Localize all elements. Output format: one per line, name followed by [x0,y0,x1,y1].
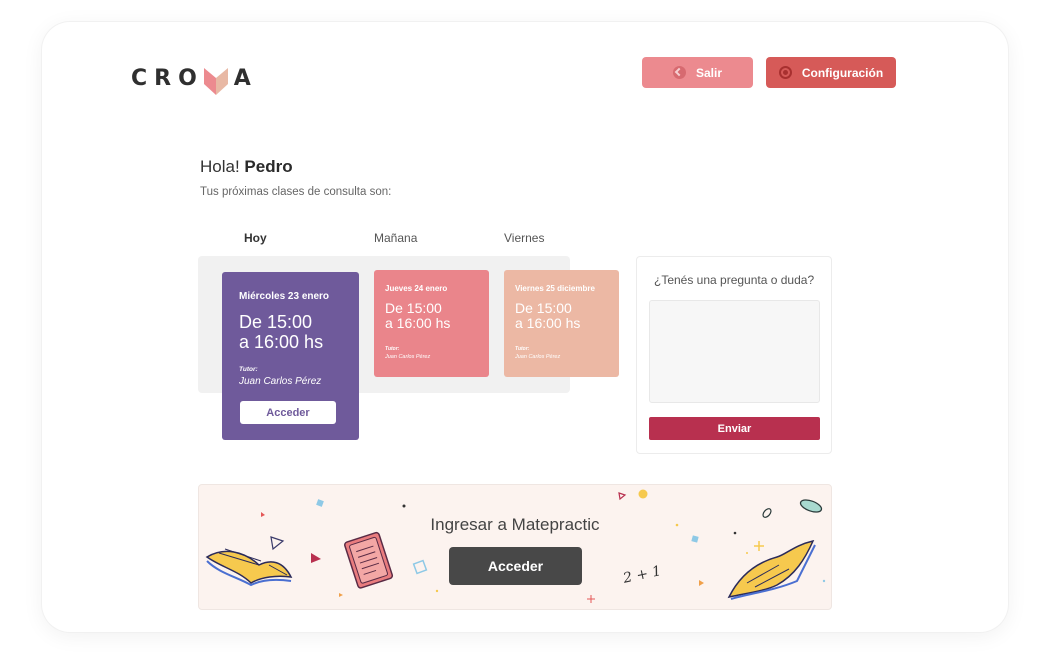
class-date: Miércoles 23 enero [239,291,330,302]
class-time-from: De 15:00 [385,300,442,316]
tutor-label: Tutor: [515,346,530,352]
greeting-subtitle: Tus próximas clases de consulta son: [200,186,392,198]
class-time: De 15:00 a 16:00 hs [239,312,324,353]
class-card-jueves[interactable]: Jueves 24 enero De 15:00 a 16:00 hs Tuto… [374,270,489,377]
tutor-name: Juan Carlos Pérez [515,354,561,360]
crova-logo[interactable]: CRO A [131,62,258,95]
configuracion-button[interactable]: Configuración [766,57,896,88]
closed-book-icon [344,531,394,589]
class-time: De 15:00 a 16:00 hs [515,300,581,332]
class-time-from: De 15:00 [515,300,572,316]
logout-icon [672,66,686,79]
greeting-hello: Hola! [200,157,240,176]
settings-icon [778,66,792,79]
tab-viernes[interactable]: Viernes [504,231,544,245]
tutor-label: Tutor: [239,366,258,373]
class-time: De 15:00 a 16:00 hs [385,300,451,332]
logo-text-left: CRO [131,65,204,91]
matepractic-acceder-button[interactable]: Acceder [449,547,582,585]
question-box: ¿Tenés una pregunta o duda? Enviar [636,256,832,454]
tutor-name: Juan Carlos Pérez [239,376,322,387]
tutor-label: Tutor: [385,346,400,352]
class-time-to: a 16:00 hs [239,331,324,352]
class-card-today: Miércoles 23 enero De 15:00 a 16:00 hs T… [222,272,359,440]
question-textarea[interactable] [649,300,820,403]
open-book-right-icon [727,539,816,600]
leaf-icon [799,499,823,513]
tab-manana[interactable]: Mañana [374,231,417,245]
matepractic-banner: 2 + 1 Ingresar a Matepractic Acceder [198,484,832,610]
configuracion-label: Configuración [801,65,884,80]
class-time-to: a 16:00 hs [515,315,581,332]
class-time-to: a 16:00 hs [385,315,451,332]
class-acceder-button[interactable]: Acceder [240,401,336,424]
question-title: ¿Tenés una pregunta o duda? [654,273,815,287]
salir-button[interactable]: Salir [642,57,753,88]
user-name: Pedro [244,157,293,176]
logo-text-right: A [233,65,258,91]
open-book-left-icon [205,548,293,587]
class-date: Viernes 25 diciembre [515,284,595,293]
enviar-button[interactable]: Enviar [649,417,820,440]
class-card-viernes[interactable]: Viernes 25 diciembre De 15:00 a 16:00 hs… [504,270,619,377]
banner-title: Ingresar a Matepractic [430,515,600,534]
logo-mark-icon [203,68,228,95]
greeting: Hola! Pedro [200,157,293,177]
class-date: Jueves 24 enero [385,284,448,293]
class-time-from: De 15:00 [239,312,313,332]
tutor-name: Juan Carlos Pérez [385,354,431,360]
salir-label: Salir [695,65,722,80]
tab-hoy[interactable]: Hoy [244,231,267,245]
